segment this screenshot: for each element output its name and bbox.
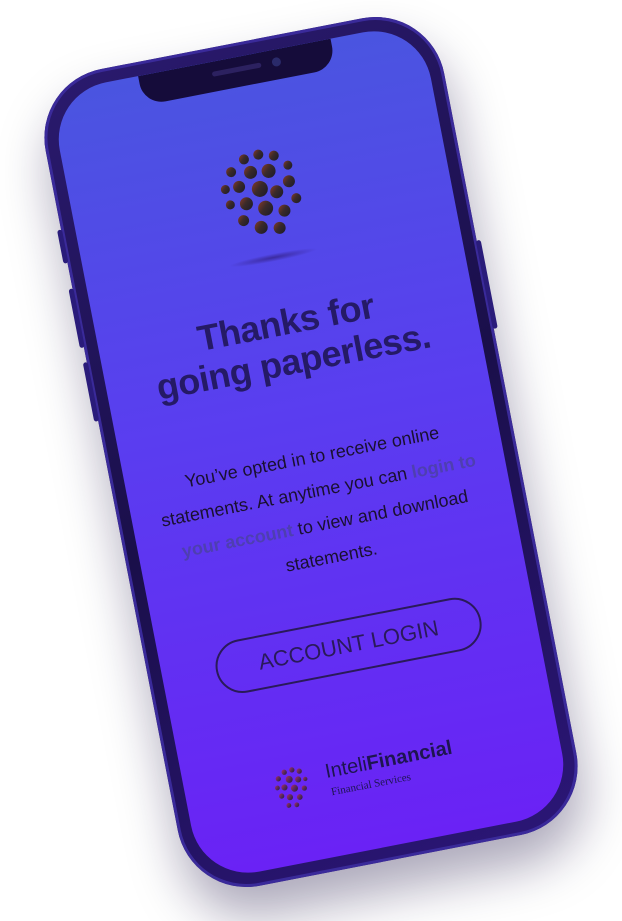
brand-name-light: Inteli: [323, 753, 369, 783]
power-button: [475, 239, 498, 330]
volume-up-button: [68, 288, 85, 349]
dotted-globe-icon: [220, 149, 302, 234]
volume-down-button: [82, 361, 100, 422]
page-title: Thanks for going paperless.: [116, 271, 463, 414]
phone-screen: Thanks for going paperless. You’ve opted…: [48, 21, 574, 883]
description-text: You’ve opted in to receive online statem…: [145, 408, 499, 605]
brand-name-bold: Financial: [364, 736, 455, 775]
account-login-button[interactable]: ACCOUNT LOGIN: [210, 593, 487, 698]
brand-logo-icon: [274, 767, 308, 808]
phone-frame: Thanks for going paperless. You’ve opted…: [32, 4, 590, 900]
screen-content: Thanks for going paperless. You’ve opted…: [49, 21, 573, 882]
side-button: [57, 229, 69, 264]
stage: Thanks for going paperless. You’ve opted…: [0, 0, 622, 921]
brand-footer: InteliFinancial Financial Services: [266, 730, 481, 815]
